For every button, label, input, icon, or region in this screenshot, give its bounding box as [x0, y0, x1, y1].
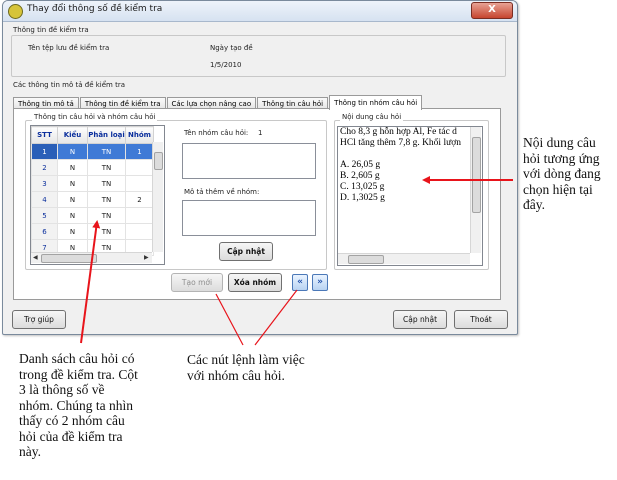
annotation-line: với nhóm câu hỏi.	[187, 367, 285, 383]
annotation-line: hỏi tương ứng	[523, 150, 600, 166]
tab-question-group-info[interactable]: Thông tin nhóm câu hỏi	[329, 95, 423, 110]
annotation-line: chọn hiện tại	[523, 181, 593, 197]
content-annotation: Nội dung câu hỏi tương ứng với dòng đang…	[523, 135, 601, 213]
buttons-arrow-left	[215, 293, 244, 346]
buttons-annotation: Các nút lệnh làm việc với nhóm câu hỏi.	[187, 352, 305, 383]
annotation-line: này.	[19, 444, 41, 459]
annotation-line: Danh sách câu hỏi có	[19, 351, 135, 366]
annotation-line: 3 là thông số về	[19, 382, 105, 397]
annotation-line: trong đề kiểm tra. Cột	[19, 366, 138, 382]
annotation-line: nhóm. Chúng ta nhìn	[19, 397, 133, 413]
list-arrow	[80, 220, 101, 344]
annotation-line: Các nút lệnh làm việc	[187, 352, 305, 367]
buttons-arrow-right	[254, 289, 298, 346]
annotation-line: hỏi của đề kiểm tra	[19, 428, 123, 444]
list-annotation: Danh sách câu hỏi có trong đề kiểm tra. …	[19, 351, 138, 460]
annotation-line: thấy có 2 nhóm câu	[19, 413, 125, 428]
annotation-line: đây.	[523, 197, 545, 212]
annotation-line: Nội dung câu	[523, 135, 596, 150]
annotation-line: với dòng đang	[523, 166, 601, 181]
